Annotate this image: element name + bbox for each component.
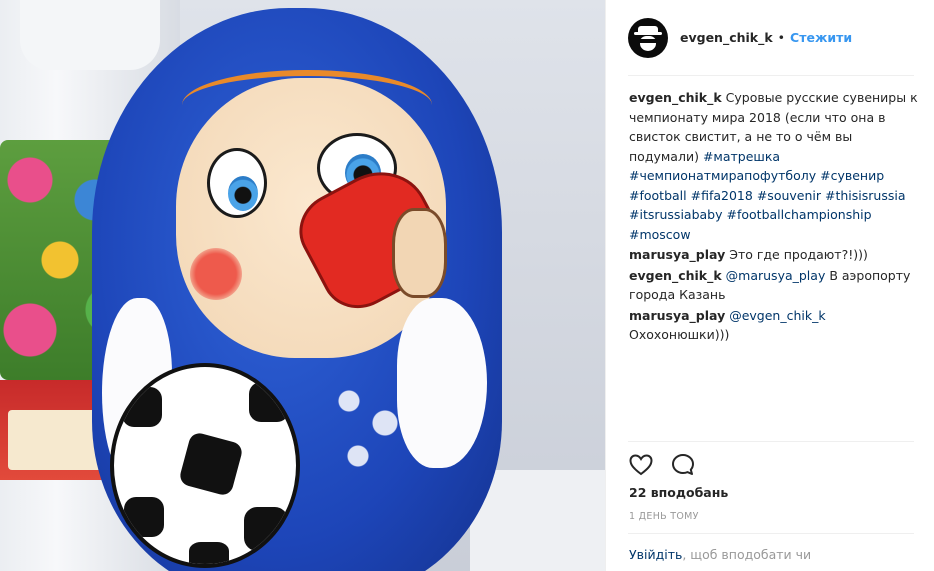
likes-count[interactable]: 22 вподобань — [629, 485, 728, 500]
hashtag-link[interactable]: #сувенир — [820, 168, 884, 183]
login-prompt: Увійдіть, щоб вподобати чи — [629, 547, 811, 562]
comment-icon[interactable] — [670, 452, 696, 478]
hashtag-link[interactable]: #footballchampionship — [727, 207, 872, 222]
header-username[interactable]: evgen_chik_k — [680, 30, 773, 45]
hashtag-link[interactable]: #thisisrussia — [825, 188, 906, 203]
hashtag-link[interactable]: #moscow — [629, 227, 691, 242]
comment-text: Это где продают?!))) — [729, 247, 868, 262]
post-header: evgen_chik_k • Стежити — [606, 0, 934, 75]
header-separator: • — [777, 30, 786, 45]
background-box-label — [8, 410, 103, 470]
matryoshka-doll — [92, 8, 502, 571]
post-photo[interactable] — [0, 0, 605, 571]
soccer-ball — [110, 363, 300, 568]
post-side-panel: evgen_chik_k • Стежити evgen_chik_k Суро… — [605, 0, 934, 571]
list-item: evgen_chik_k @marusya_play В аэропорту г… — [629, 266, 919, 305]
bottom-divider — [628, 533, 914, 534]
comment-mention[interactable]: @evgen_chik_k — [729, 308, 825, 323]
header-divider — [628, 75, 914, 76]
hashtag-link[interactable]: #матрешка — [703, 149, 780, 164]
login-prompt-text: , щоб вподобати чи — [682, 547, 812, 562]
doll-hand — [392, 208, 447, 298]
follow-button[interactable]: Стежити — [790, 30, 852, 45]
comment-text: Охохонюшки))) — [629, 327, 730, 342]
list-item: marusya_play @evgen_chik_k Охохонюшки))) — [629, 306, 919, 345]
actions-divider — [628, 441, 914, 442]
heart-icon[interactable] — [628, 452, 654, 478]
comment-username[interactable]: marusya_play — [629, 247, 725, 262]
comment-mention[interactable]: @marusya_play — [726, 268, 826, 283]
hashtag-link[interactable]: #чемпионатмирапофутболу — [629, 168, 816, 183]
comment-username[interactable]: evgen_chik_k — [629, 268, 722, 283]
doll-left-eye — [207, 148, 267, 218]
comments-list: evgen_chik_k Суровые русские сувениры к … — [629, 88, 919, 346]
list-item: marusya_play Это где продают?!))) — [629, 245, 919, 265]
action-bar — [628, 452, 696, 478]
hashtag-link[interactable]: #souvenir — [757, 188, 821, 203]
caption: evgen_chik_k Суровые русские сувениры к … — [629, 88, 919, 244]
doll-floral-pattern — [322, 368, 412, 478]
comment-username[interactable]: marusya_play — [629, 308, 725, 323]
instagram-post: evgen_chik_k • Стежити evgen_chik_k Суро… — [0, 0, 934, 571]
post-timestamp: 1 ДЕНЬ ТОМУ — [629, 511, 699, 522]
hashtag-link[interactable]: #itsrussiababy — [629, 207, 723, 222]
doll-hair — [182, 70, 432, 140]
avatar[interactable] — [628, 17, 668, 58]
login-link[interactable]: Увійдіть — [629, 547, 682, 562]
hashtag-link[interactable]: #football — [629, 188, 687, 203]
doll-cheek — [190, 248, 242, 300]
hashtag-link[interactable]: #fifa2018 — [691, 188, 753, 203]
caption-username[interactable]: evgen_chik_k — [629, 90, 722, 105]
